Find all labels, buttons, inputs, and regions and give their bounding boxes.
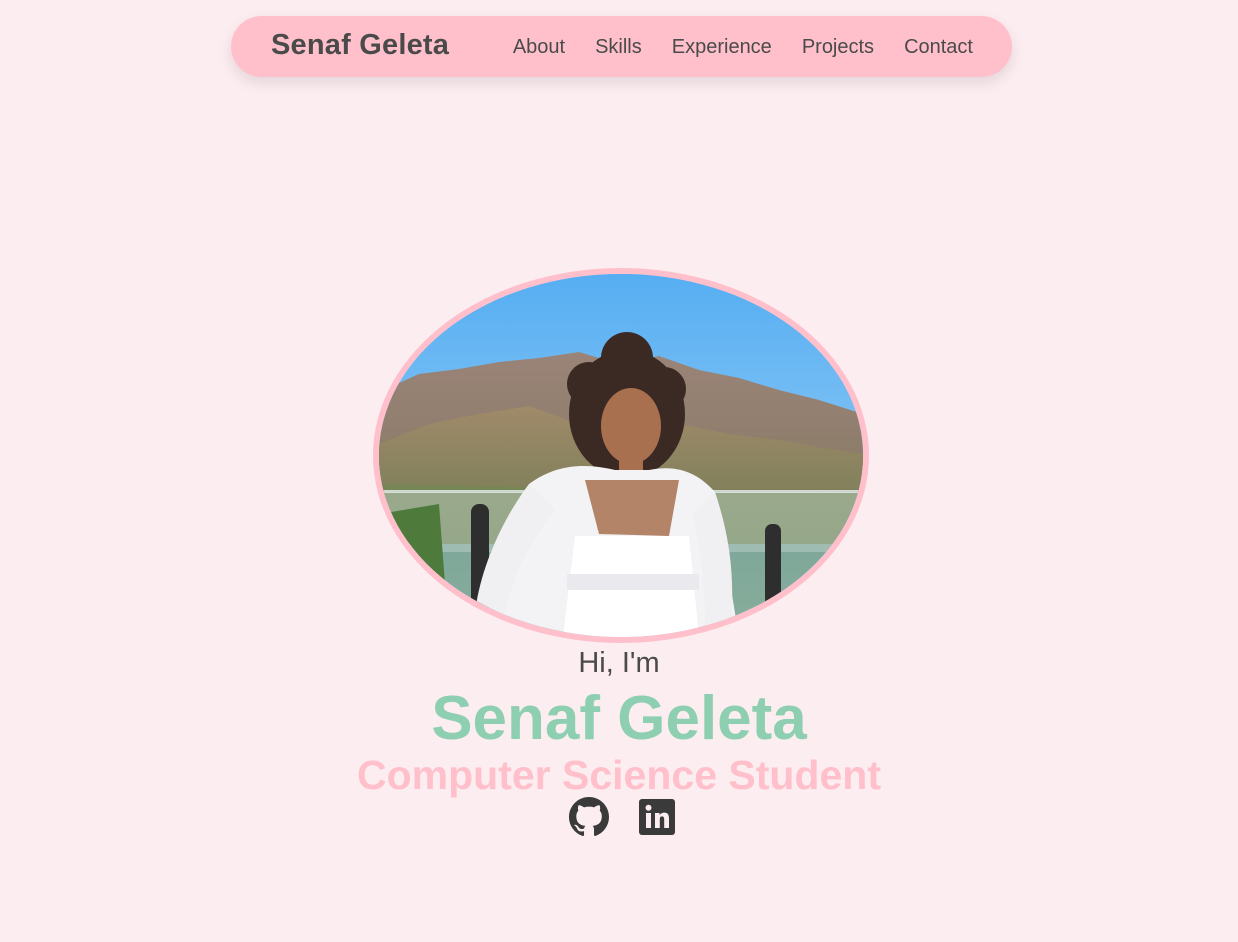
hero-name: Senaf Geleta	[431, 684, 807, 753]
nav-link-about[interactable]: About	[513, 36, 565, 58]
nav-link-projects[interactable]: Projects	[802, 36, 874, 58]
profile-photo-illustration	[379, 274, 863, 637]
github-icon	[569, 797, 609, 837]
nav-links: About Skills Experience Projects Contact	[513, 36, 973, 59]
social-links	[569, 797, 677, 837]
hero-role: Computer Science Student	[357, 752, 881, 798]
nav-item-experience: Experience	[672, 36, 772, 59]
github-link[interactable]	[569, 797, 609, 837]
linkedin-icon	[639, 799, 675, 835]
nav-item-projects: Projects	[802, 36, 874, 59]
nav-item-contact: Contact	[904, 36, 973, 59]
linkedin-link[interactable]	[637, 797, 677, 837]
nav-link-contact[interactable]: Contact	[904, 36, 973, 58]
hero-greeting: Hi, I'm	[578, 647, 660, 679]
nav-link-skills[interactable]: Skills	[595, 36, 642, 58]
brand-logo[interactable]: Senaf Geleta	[271, 29, 449, 62]
nav-item-about: About	[513, 36, 565, 59]
profile-photo	[373, 268, 869, 643]
navbar: Senaf Geleta About Skills Experience Pro…	[231, 16, 1012, 77]
nav-link-experience[interactable]: Experience	[672, 36, 772, 58]
nav-item-skills: Skills	[595, 36, 642, 59]
